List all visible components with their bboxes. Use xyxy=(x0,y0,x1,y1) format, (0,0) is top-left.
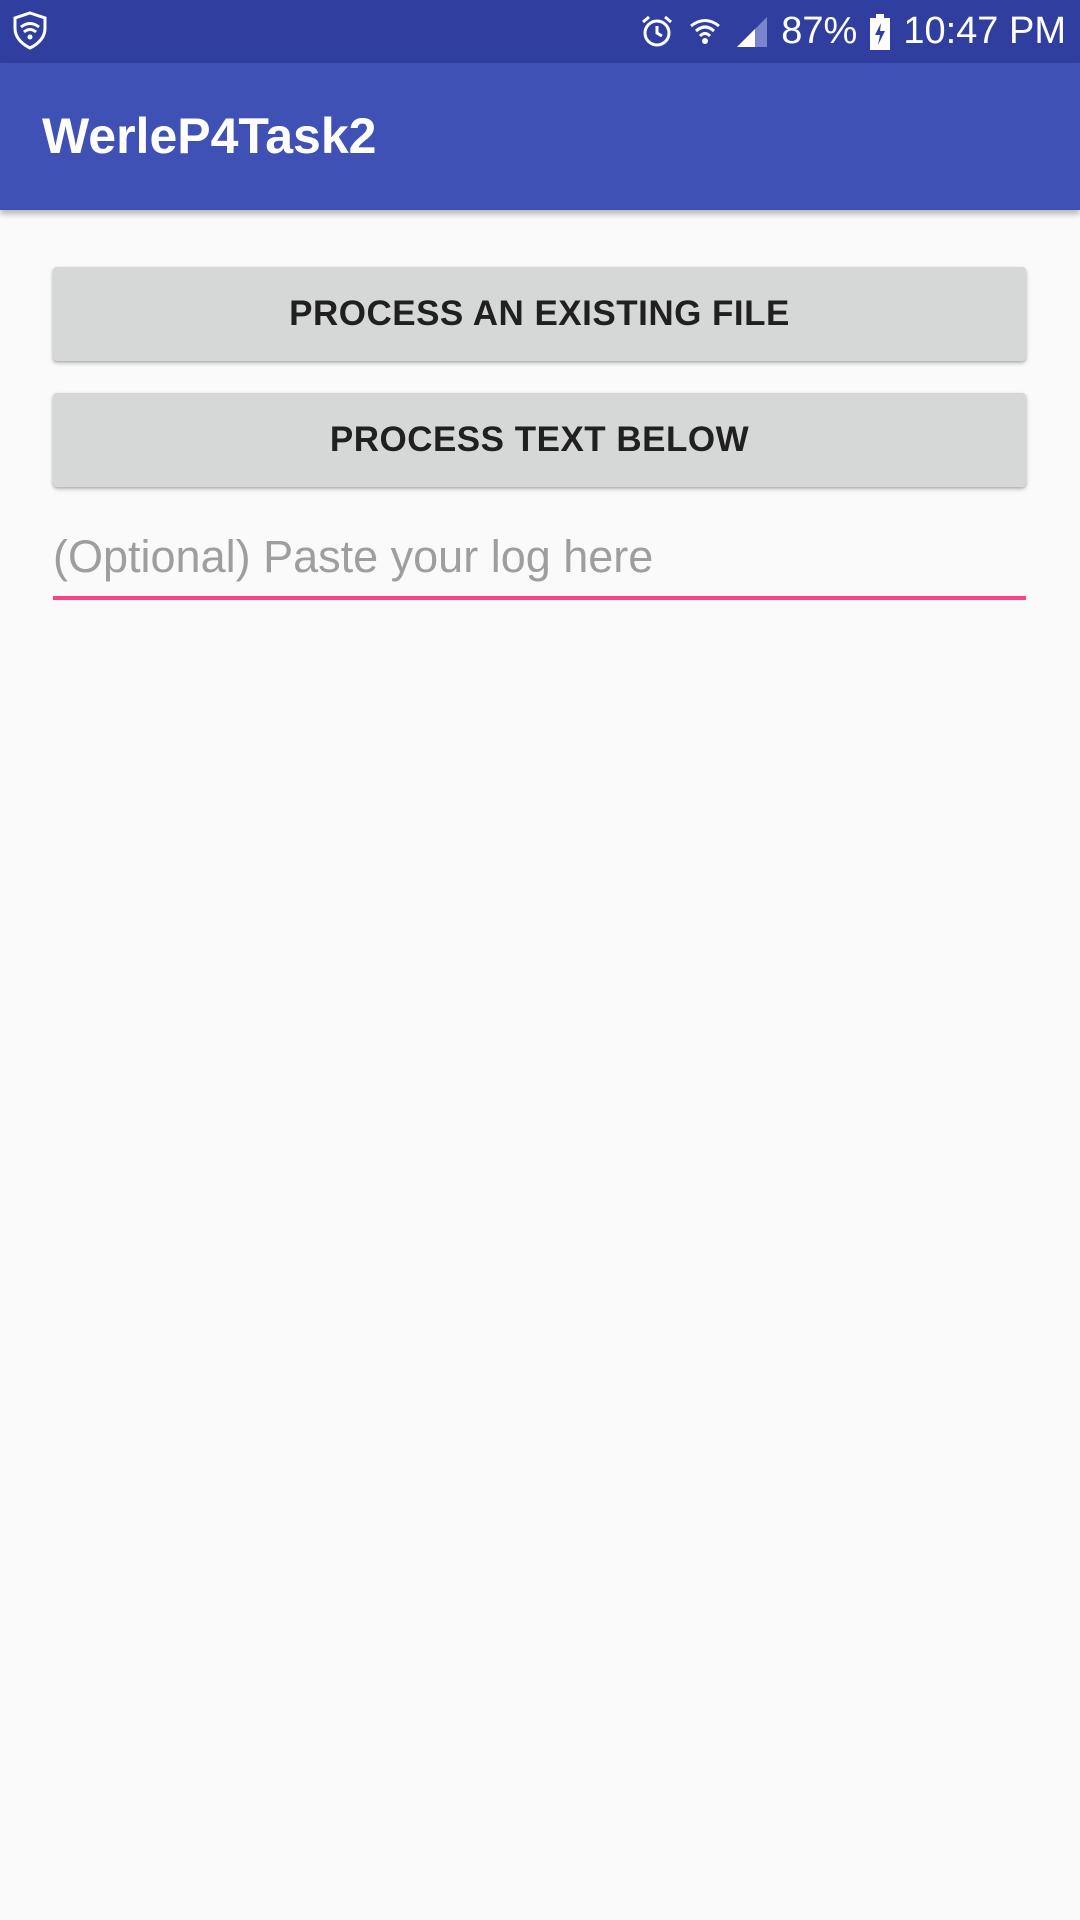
app-title: WerleP4Task2 xyxy=(42,108,377,164)
signal-icon xyxy=(735,15,769,49)
shield-icon xyxy=(10,10,50,50)
battery-charging-icon xyxy=(869,13,891,51)
log-input[interactable] xyxy=(53,520,1026,594)
alarm-icon xyxy=(639,14,675,50)
wifi-icon xyxy=(687,14,723,50)
status-bar: 87% 10:47 PM xyxy=(0,0,1080,63)
status-indicators: 87% 10:47 PM xyxy=(639,0,1066,63)
app-bar: WerleP4Task2 xyxy=(0,63,1080,210)
log-input-container xyxy=(53,520,1026,600)
status-time: 10:47 PM xyxy=(903,10,1066,52)
battery-percent: 87% xyxy=(781,10,858,52)
process-existing-file-button[interactable]: PROCESS AN EXISTING FILE xyxy=(53,267,1026,361)
log-input-underline xyxy=(53,596,1026,600)
process-text-below-button[interactable]: PROCESS TEXT BELOW xyxy=(53,393,1026,487)
